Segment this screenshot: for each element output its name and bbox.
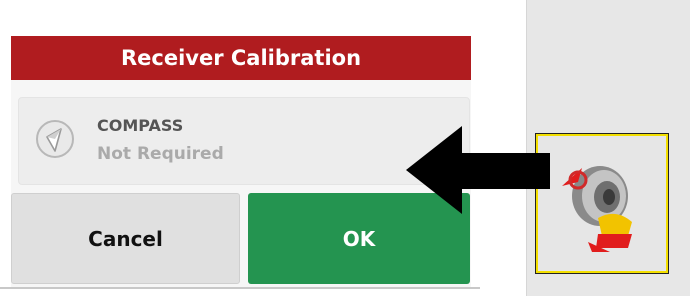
pointer-arrow-icon [406, 126, 550, 214]
ok-button-label: OK [342, 226, 376, 251]
dialog-title-text: Receiver Calibration [120, 46, 362, 70]
compass-calibration-item[interactable]: COMPASS Not Required [18, 97, 470, 185]
receiver-calibration-icon [562, 166, 632, 252]
compass-icon [36, 120, 74, 158]
receiver-calibration-button[interactable] [535, 133, 669, 274]
dialog-bottom-divider [0, 287, 480, 289]
cancel-button[interactable]: Cancel [11, 193, 240, 284]
compass-name: COMPASS [97, 116, 184, 135]
cancel-button-label: Cancel [88, 226, 163, 251]
dialog-title: Receiver Calibration [11, 36, 471, 80]
compass-status: Not Required [97, 144, 224, 164]
